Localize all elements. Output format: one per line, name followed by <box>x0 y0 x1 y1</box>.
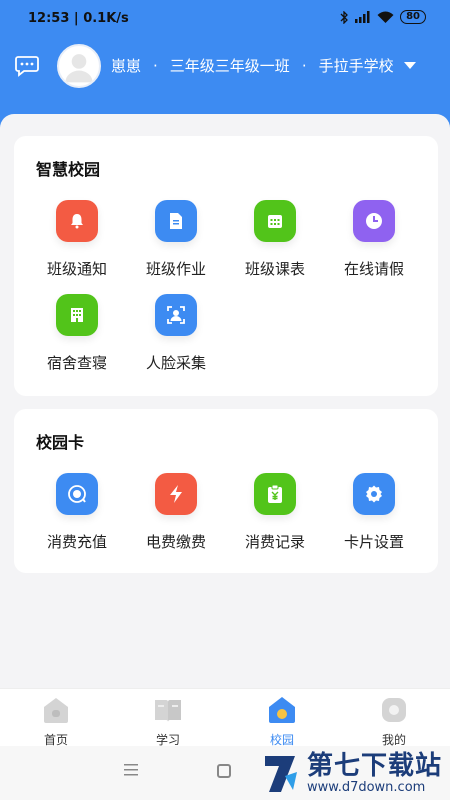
watermark: 第七下载站 www.d7down.com <box>261 752 442 794</box>
campus-card-title: 校园卡 <box>36 433 85 452</box>
signal-icon <box>355 11 370 23</box>
bluetooth-icon <box>340 10 348 24</box>
home-icon <box>44 698 68 723</box>
status-time: 12:53 | 0.1K/s <box>28 11 129 26</box>
face-scan-icon <box>155 294 197 336</box>
watermark-url: www.d7down.com <box>306 779 426 795</box>
avatar[interactable] <box>57 44 101 88</box>
caret-down-icon <box>403 62 416 69</box>
school-icon <box>269 697 295 723</box>
avatar-person-icon <box>65 54 93 83</box>
chat-icon[interactable] <box>14 52 40 78</box>
bell-icon <box>56 200 98 242</box>
book-icon <box>155 700 181 722</box>
system-navigation-bar: 第七下载站 www.d7down.com <box>0 746 450 800</box>
clock-icon <box>353 200 395 242</box>
building-icon <box>56 294 98 336</box>
main-content: 智慧校园 班级通知 班级作业 班级课表 在线请假 宿舍查寝 人脸采集 校园卡 消… <box>0 114 450 688</box>
menu-class-notice[interactable]: 班级通知 <box>27 200 127 279</box>
wifi-icon <box>377 11 394 23</box>
lightning-icon <box>155 473 197 515</box>
tab-mine[interactable]: 我的 <box>338 689 450 747</box>
profile-icon <box>382 698 406 722</box>
user-bar: 崽崽 · 三年级三年级一班 · 手拉手学校 <box>0 42 450 90</box>
user-class: 三年级三年级一班 <box>169 57 290 75</box>
tab-study[interactable]: 学习 <box>112 689 224 747</box>
home-square-icon[interactable] <box>217 764 231 778</box>
user-name: 崽崽 <box>111 57 142 75</box>
menu-consumption-record[interactable]: 消费记录 <box>225 473 325 552</box>
watermark-logo-icon <box>264 756 297 792</box>
tab-home[interactable]: 首页 <box>0 689 112 747</box>
menu-online-leave[interactable]: 在线请假 <box>324 200 424 279</box>
campus-card-section: 校园卡 消费充值 电费缴费 消费记录 卡片设置 <box>14 409 438 573</box>
system-icons: 80 <box>340 10 426 24</box>
settings-icon <box>353 473 395 515</box>
user-school: 手拉手学校 <box>318 57 394 75</box>
menu-class-schedule[interactable]: 班级课表 <box>225 200 325 279</box>
menu-card-settings[interactable]: 卡片设置 <box>324 473 424 552</box>
menu-face-capture[interactable]: 人脸采集 <box>126 294 226 373</box>
menu-class-homework[interactable]: 班级作业 <box>126 200 226 279</box>
calendar-icon <box>254 200 296 242</box>
separator-dot: · <box>301 56 307 75</box>
separator-dot: · <box>153 56 158 75</box>
smart-campus-title: 智慧校园 <box>36 160 101 179</box>
bottom-tab-bar: 首页 学习 校园 我的 <box>0 688 450 747</box>
menu-electricity-payment[interactable]: 电费缴费 <box>126 473 226 552</box>
watermark-title: 第七下载站 <box>306 750 442 781</box>
tab-campus[interactable]: 校园 <box>226 689 338 747</box>
menu-icon[interactable] <box>124 764 138 776</box>
recharge-icon <box>56 473 98 515</box>
user-info-selector[interactable]: 崽崽 · 三年级三年级一班 · 手拉手学校 <box>111 55 416 76</box>
menu-dorm-check[interactable]: 宿舍查寝 <box>27 294 127 373</box>
document-icon <box>155 200 197 242</box>
battery-icon: 80 <box>400 10 426 24</box>
yuan-receipt-icon <box>254 473 296 515</box>
status-bar: 12:53 | 0.1K/s 80 <box>0 0 450 38</box>
menu-recharge[interactable]: 消费充值 <box>27 473 127 552</box>
smart-campus-card: 智慧校园 班级通知 班级作业 班级课表 在线请假 宿舍查寝 人脸采集 <box>14 136 438 396</box>
